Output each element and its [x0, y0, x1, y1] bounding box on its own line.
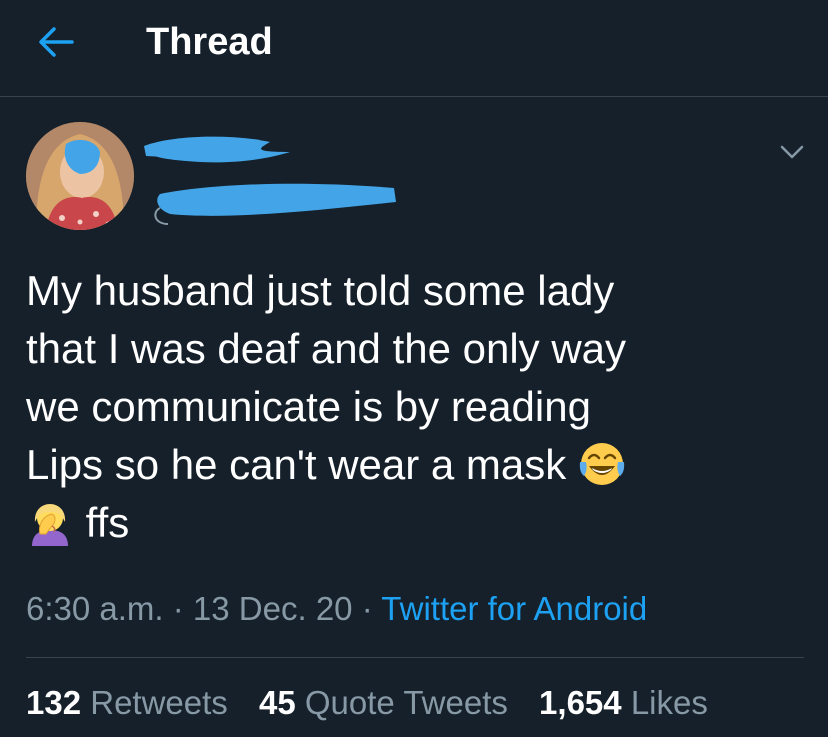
separator: ·: [361, 590, 373, 627]
engagement-stats: 132 Retweets 45 Quote Tweets 1,654 Likes: [26, 678, 730, 728]
woman-facepalming-icon: [32, 504, 68, 546]
tweet-line: My husband just told some lady: [26, 267, 615, 314]
tweet-line: we communicate is by reading: [26, 383, 591, 430]
more-options-button[interactable]: [772, 134, 812, 170]
tweet-line: Lips so he can't wear a mask: [26, 436, 806, 494]
likes-stat[interactable]: 1,654 Likes: [539, 684, 708, 721]
divider: [26, 657, 804, 658]
back-button[interactable]: [34, 22, 78, 62]
tweet-meta: 6:30 a.m. · 13 Dec. 20 · Twitter for And…: [26, 584, 647, 634]
page-title: Thread: [146, 21, 273, 63]
tweet-line: that I was deaf and the only way: [26, 325, 627, 372]
separator: ·: [172, 590, 184, 627]
avatar-image: [26, 122, 134, 230]
retweets-stat[interactable]: 132 Retweets: [26, 684, 228, 721]
redacted-username: [144, 136, 396, 225]
tweet-line: ffs: [26, 494, 806, 552]
arrow-left-icon: [39, 27, 74, 57]
tweet-text: My husband just told some lady that I wa…: [26, 262, 806, 552]
quote-tweets-stat[interactable]: 45 Quote Tweets: [259, 684, 508, 721]
tweet-time: 6:30 a.m.: [26, 590, 164, 627]
tweet-date: 13 Dec. 20: [192, 590, 353, 627]
top-bar: Thread: [0, 0, 828, 97]
avatar[interactable]: [26, 122, 134, 230]
face-with-tears-of-joy-icon: [579, 443, 625, 485]
tweet-source-link[interactable]: Twitter for Android: [381, 590, 647, 627]
chevron-down-icon: [780, 145, 804, 159]
